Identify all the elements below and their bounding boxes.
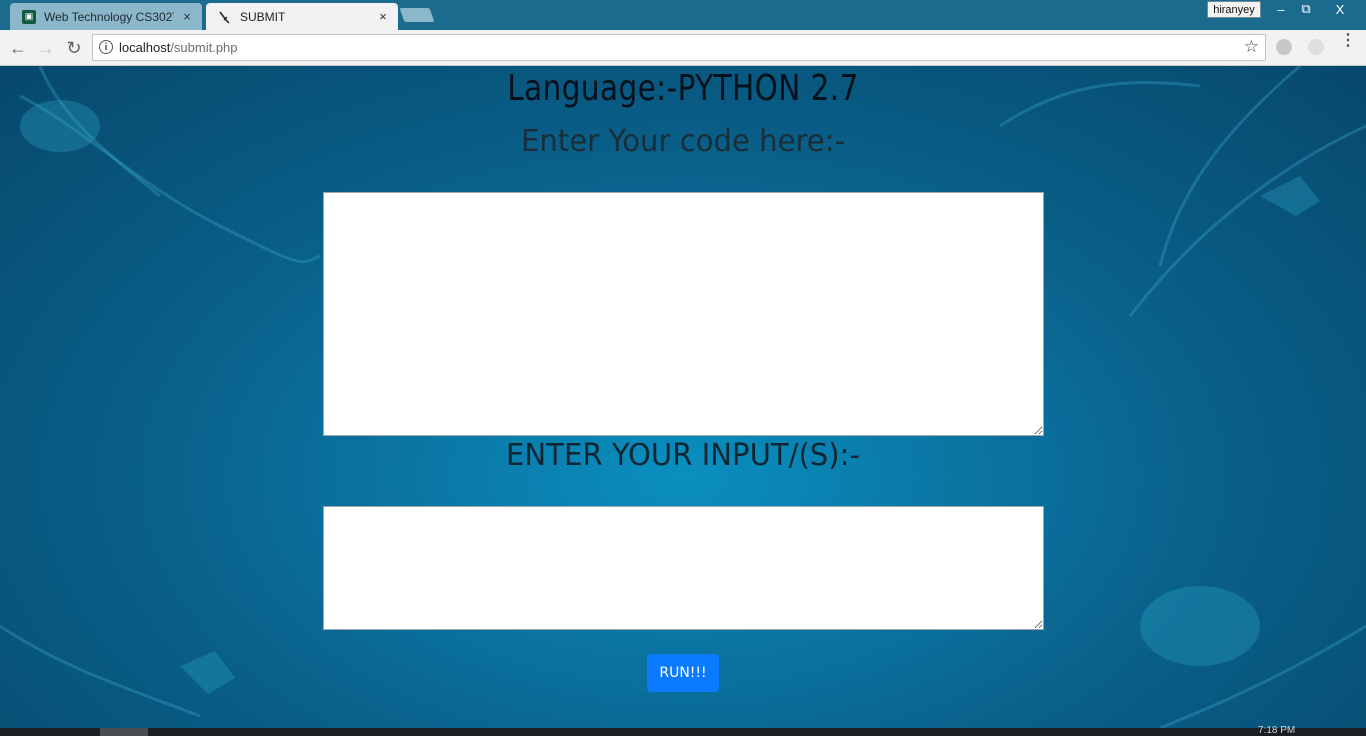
code-heading: Enter Your code here:-	[520, 124, 846, 159]
close-tab-icon[interactable]: ×	[180, 9, 194, 24]
language-heading: Language:-PYTHON 2.7	[507, 68, 859, 109]
run-button[interactable]: RUN!!!	[647, 654, 719, 692]
browser-titlebar: ▣ Web Technology CS302T × SUBMIT × hiran…	[0, 0, 1366, 30]
profile-name-badge[interactable]: hiranyey	[1207, 1, 1261, 18]
reload-icon[interactable]: ↻	[62, 36, 86, 60]
extension-icon[interactable]	[1308, 39, 1324, 55]
page-viewport: Language:-PYTHON 2.7 Enter Your code her…	[0, 66, 1366, 728]
close-tab-icon[interactable]: ×	[376, 9, 390, 24]
tab-submit[interactable]: SUBMIT ×	[206, 3, 398, 30]
back-arrow-icon[interactable]: ←	[6, 36, 30, 60]
bookmark-star-icon[interactable]: ☆	[1244, 37, 1259, 57]
tab-title: Web Technology CS302T	[44, 9, 174, 24]
new-tab-button[interactable]	[399, 8, 435, 22]
classroom-icon: ▣	[22, 9, 36, 24]
url-host: localhost	[119, 40, 171, 55]
tab-title: SUBMIT	[240, 9, 286, 24]
browser-menu-icon[interactable]: ⋮	[1340, 33, 1356, 49]
taskbar-clock: 7:18 PM	[1258, 725, 1296, 736]
browser-toolbar: ← → ↻ i localhost/submit.php ☆ ⋮	[0, 30, 1366, 66]
minimize-icon[interactable]: –	[1268, 0, 1294, 18]
input-textarea[interactable]	[323, 506, 1044, 630]
extension-icon[interactable]	[1276, 39, 1292, 55]
tab-web-technology[interactable]: ▣ Web Technology CS302T ×	[10, 3, 202, 30]
window-close-icon[interactable]: X	[1320, 0, 1360, 18]
forward-arrow-icon[interactable]: →	[34, 36, 58, 60]
code-textarea[interactable]	[323, 192, 1044, 436]
os-taskbar: 7:18 PM	[0, 725, 1366, 736]
restore-icon[interactable]: ⧉	[1293, 0, 1319, 18]
code-favicon-icon	[218, 10, 232, 24]
site-info-icon[interactable]: i	[99, 40, 113, 54]
address-bar[interactable]: i localhost/submit.php ☆	[92, 34, 1266, 61]
input-heading: ENTER YOUR INPUT/(S):-	[506, 438, 860, 473]
taskbar-active-app[interactable]	[100, 728, 148, 736]
url-text[interactable]: localhost/submit.php	[119, 40, 238, 55]
url-path: /submit.php	[170, 40, 238, 55]
